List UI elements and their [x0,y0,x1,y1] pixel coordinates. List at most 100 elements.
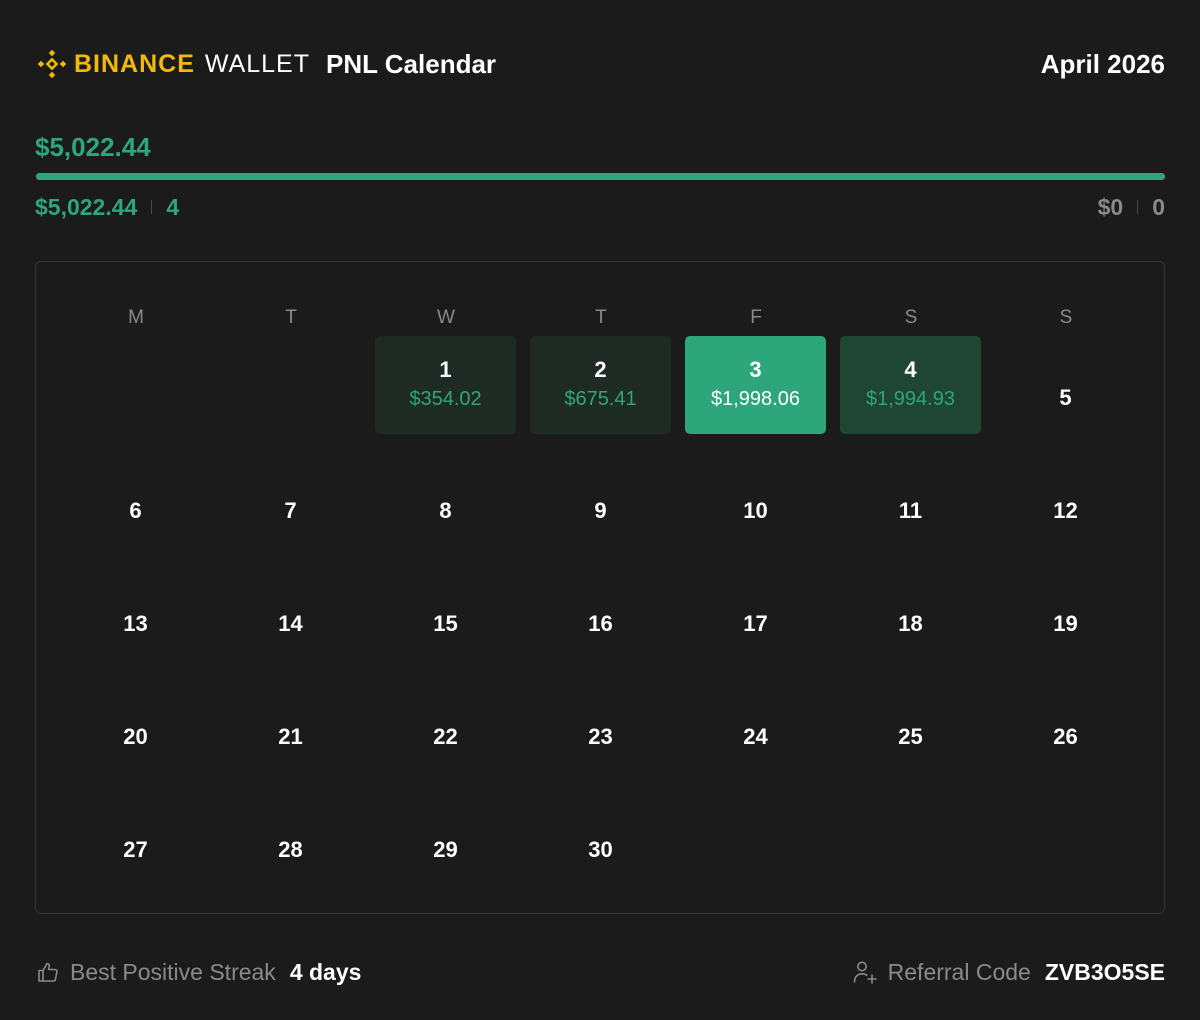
calendar-grid: M T W T F S S 1 $354.02 2 $675.41 3 $1,9… [35,261,1165,914]
referral-label: Referral Code [887,958,1031,985]
positive-days: 4 [166,193,180,220]
referral-code[interactable]: ZVB3O5SE [1045,959,1165,986]
negative-days: 0 [1152,193,1165,220]
binance-logo: BINANCE WALLET [36,48,310,80]
day-number: 20 [123,724,148,749]
day-number: 7 [284,498,297,523]
day-cell-3[interactable]: 3 $1,998.06 [685,336,826,434]
day-number: 5 [1059,385,1072,410]
day-cell-2[interactable]: 2 $675.41 [530,336,671,434]
weekday-sat: S [904,307,918,328]
day-number: 11 [898,498,923,523]
day-cell-26[interactable]: 26 [995,688,1136,786]
day-cell-18[interactable]: 18 [840,575,981,673]
day-cell-13[interactable]: 13 [65,575,206,673]
day-cell-29[interactable]: 29 [375,801,516,899]
weekday-sun: S [1059,307,1073,328]
day-number: 6 [129,498,142,523]
day-cell-23[interactable]: 23 [530,688,671,786]
day-cell-6[interactable]: 6 [65,462,206,560]
day-number: 25 [898,724,923,749]
day-cell-20[interactable]: 20 [65,688,206,786]
day-number: 29 [433,837,458,862]
day-number: 2 [594,357,607,382]
day-cell-11[interactable]: 11 [840,462,981,560]
pnl-ratio-bar-fill [36,173,1165,180]
day-number: 26 [1053,724,1078,749]
day-number: 15 [433,611,458,636]
day-cell-1[interactable]: 1 $354.02 [375,336,516,434]
day-cell-4[interactable]: 4 $1,994.93 [840,336,981,434]
product-name: WALLET [204,49,311,78]
day-cell-27[interactable]: 27 [65,801,206,899]
header: BINANCE WALLET PNL Calendar April 2026 [36,44,1165,84]
pnl-stats: $5,022.44 4 $0 0 [35,192,1165,222]
day-cell-24[interactable]: 24 [685,688,826,786]
add-user-icon [852,959,878,985]
streak-label: Best Positive Streak [70,958,276,985]
positive-total: $5,022.44 [35,193,138,220]
weekday-wed: W [437,307,455,328]
day-pnl: $354.02 [409,388,482,410]
day-number: 1 [439,357,452,382]
streak-value: 4 days [289,958,362,985]
weekday-tue: T [285,307,297,328]
day-number: 24 [743,724,768,749]
day-number: 9 [594,498,607,523]
day-number: 18 [898,611,923,636]
day-cell-30[interactable]: 30 [530,801,671,899]
day-cell-25[interactable]: 25 [840,688,981,786]
day-number: 4 [904,357,917,382]
day-number: 22 [433,724,458,749]
day-cell-8[interactable]: 8 [375,462,516,560]
day-cell-7[interactable]: 7 [220,462,361,560]
day-number: 19 [1053,611,1078,636]
day-pnl: $675.41 [564,388,637,410]
day-cell-12[interactable]: 12 [995,462,1136,560]
day-number: 8 [439,498,452,523]
page-title: PNL Calendar [326,48,497,79]
day-number: 14 [278,611,303,636]
day-number: 27 [123,837,148,862]
pnl-ratio-bar [36,173,1165,180]
footer: Best Positive Streak 4 days Referral Cod… [36,952,1165,992]
day-cell-28[interactable]: 28 [220,801,361,899]
day-number: 12 [1053,498,1078,523]
day-cell-10[interactable]: 10 [685,462,826,560]
divider [151,200,153,214]
day-cell-16[interactable]: 16 [530,575,671,673]
day-number: 21 [278,724,303,749]
day-cell-22[interactable]: 22 [375,688,516,786]
day-cell-17[interactable]: 17 [685,575,826,673]
day-number: 16 [588,611,613,636]
day-number: 17 [743,611,768,636]
day-cell-9[interactable]: 9 [530,462,671,560]
day-number: 13 [123,611,148,636]
thumbs-up-icon [36,960,60,984]
weekday-mon: M [128,307,144,328]
weekday-thu: T [595,307,607,328]
month-label: April 2026 [1040,48,1165,79]
day-cell-5[interactable]: 5 [995,349,1136,447]
total-pnl: $5,022.44 [35,132,151,162]
day-number: 23 [588,724,613,749]
day-cell-21[interactable]: 21 [220,688,361,786]
day-number: 3 [749,357,762,382]
negative-stats: $0 0 [1098,194,1165,221]
day-pnl: $1,998.06 [711,388,800,410]
day-pnl: $1,994.93 [866,388,955,410]
day-cell-14[interactable]: 14 [220,575,361,673]
brand-name: BINANCE [74,49,195,78]
best-streak: Best Positive Streak 4 days [36,959,361,986]
day-cell-19[interactable]: 19 [995,575,1136,673]
divider [1137,200,1139,214]
binance-logo-icon [36,48,68,80]
day-number: 10 [743,498,768,523]
day-number: 30 [588,837,613,862]
day-number: 28 [278,837,303,862]
referral: Referral Code ZVB3O5SE [852,959,1165,986]
negative-total: $0 [1097,193,1124,220]
positive-stats: $5,022.44 4 [35,194,179,221]
day-cell-15[interactable]: 15 [375,575,516,673]
weekday-fri: F [750,307,762,328]
